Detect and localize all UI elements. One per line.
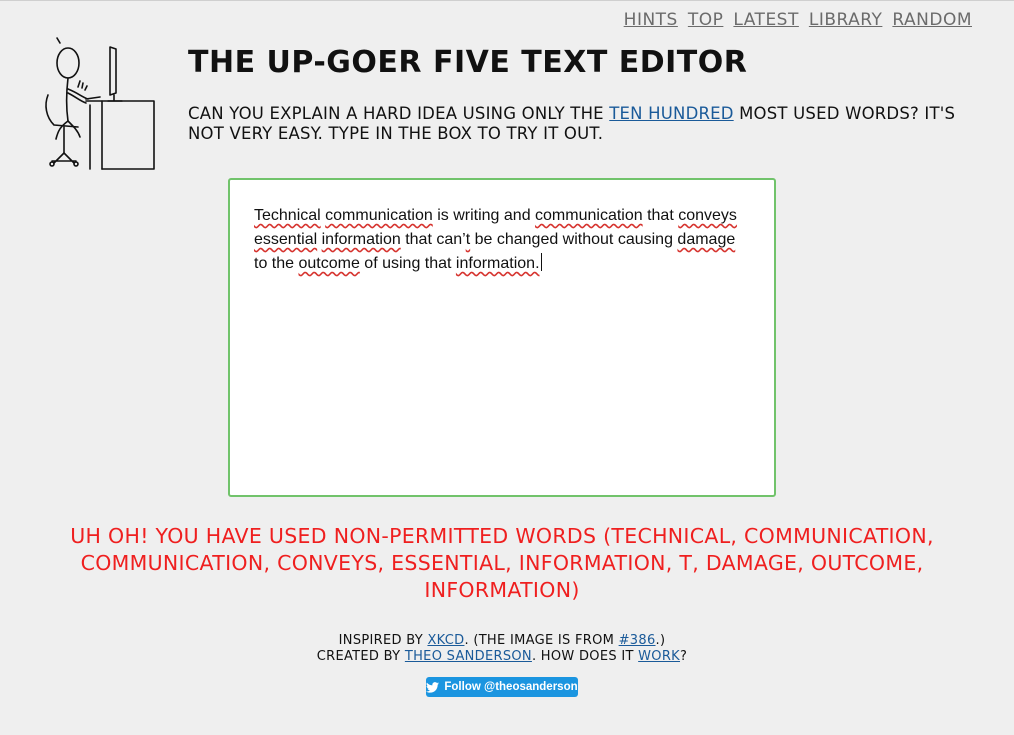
work-link[interactable]: work [638,649,680,664]
ten-hundred-link[interactable]: ten hundred [609,104,733,123]
top-nav: Hints Top Latest Library Random [624,10,972,30]
misspelled-word: Technical [254,207,321,224]
editor-text: that can’ [400,231,466,248]
how-suffix: ? [680,649,688,664]
page-title: The Up-Goer Five Text Editor [188,45,748,80]
author-link[interactable]: Theo Sanderson [405,649,532,664]
misspelled-word: information. [455,255,540,272]
comic-386-link[interactable]: #386 [619,633,656,648]
twitter-follow-button[interactable]: Follow @theosanderson [426,677,578,697]
image-from-text: . (The image is from [464,633,619,648]
intro-before: Can you explain a hard idea using only t… [188,104,610,123]
nav-hints[interactable]: Hints [624,10,678,30]
created-prefix: Created by [316,649,405,664]
inspired-prefix: Inspired by [338,633,428,648]
editor-text: of using that [359,255,456,272]
misspelled-word: conveys [678,207,737,224]
misspelled-word: communication [325,207,433,224]
twitter-follow-label: Follow @theosanderson [444,681,578,693]
how-prefix: . How does it [531,649,639,664]
image-close-text: .) [655,633,666,648]
editor-text: be changed without causing [470,231,678,248]
nav-random[interactable]: Random [892,10,972,30]
intro-text: Can you explain a hard idea using only t… [188,104,988,144]
twitter-bird-icon [426,681,440,693]
footer-credits: Inspired by xkcd. (The image is from #38… [200,633,804,665]
nav-top[interactable]: Top [688,10,724,30]
text-cursor [540,253,542,271]
misspelled-word: outcome [298,255,360,272]
editor-text: is writing and [432,207,536,224]
editor-text: that [642,207,679,224]
misspelled-word: damage [677,231,736,248]
inspired-line: Inspired by xkcd. (The image is from #38… [200,633,804,649]
created-line: Created by Theo Sanderson. How does it w… [200,649,804,665]
text-editor[interactable]: Technical communication is writing and c… [228,178,776,497]
xkcd-link[interactable]: xkcd [427,633,464,648]
misspelled-word: communication [535,207,643,224]
misspelled-word: essential [254,231,318,248]
stick-figure-at-desk-illustration [45,37,155,170]
nav-library[interactable]: Library [809,10,883,30]
non-permitted-words-error: Uh oh! You have used non-permitted words… [70,524,934,602]
editor-text: to the [254,255,299,272]
misspelled-word: information [321,231,401,248]
nav-latest[interactable]: Latest [733,10,798,30]
